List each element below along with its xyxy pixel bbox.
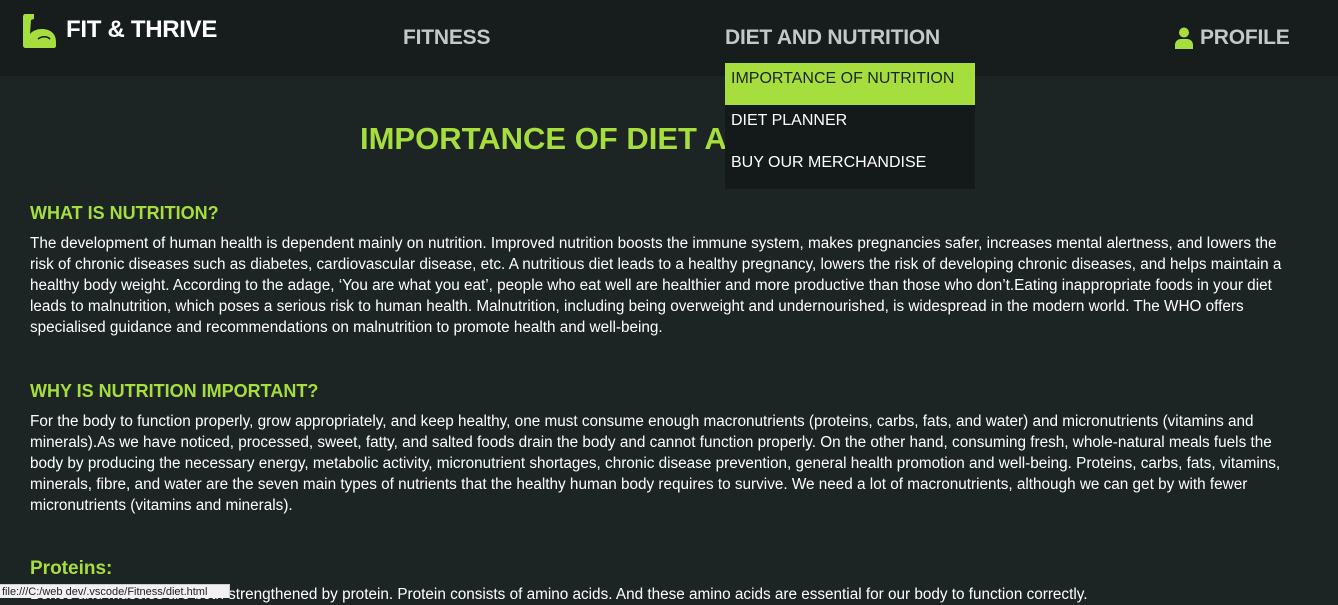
section-heading-proteins: Proteins: [30,558,113,579]
brand-link[interactable]: FIT & THRIVE [22,12,217,48]
nav-diet-and-nutrition[interactable]: DIET AND NUTRITION [725,24,940,52]
nav-profile-label: PROFILE [1200,26,1290,49]
top-navbar: FIT & THRIVE FITNESS DIET AND NUTRITION … [0,0,1338,76]
page-title: IMPORTANCE OF DIET A [360,121,727,156]
dropdown-item-diet-planner[interactable]: DIET PLANNER [725,105,975,147]
section-heading-what-is-nutrition: WHAT IS NUTRITION? [30,203,219,223]
link-status-bar: file:///C:/web dev/.vscode/Fitness/diet.… [0,584,230,598]
section-text-what-is-nutrition: The development of human health is depen… [30,235,1282,336]
flexed-arm-icon [22,12,56,48]
nav-profile[interactable]: PROFILE [1175,24,1290,52]
diet-dropdown-menu: IMPORTANCE OF NUTRITION DIET PLANNER BUY… [725,63,975,189]
user-icon [1175,27,1193,49]
section-heading-why-is-nutrition-important: WHY IS NUTRITION IMPORTANT? [30,381,319,401]
dropdown-item-importance-of-nutrition[interactable]: IMPORTANCE OF NUTRITION [725,63,975,105]
brand-name: FIT & THRIVE [66,16,218,43]
dropdown-item-buy-our-merchandise[interactable]: BUY OUR MERCHANDISE [725,147,975,189]
section-text-why-is-nutrition-important: For the body to function properly, grow … [30,413,1281,514]
nav-fitness[interactable]: FITNESS [403,24,490,52]
